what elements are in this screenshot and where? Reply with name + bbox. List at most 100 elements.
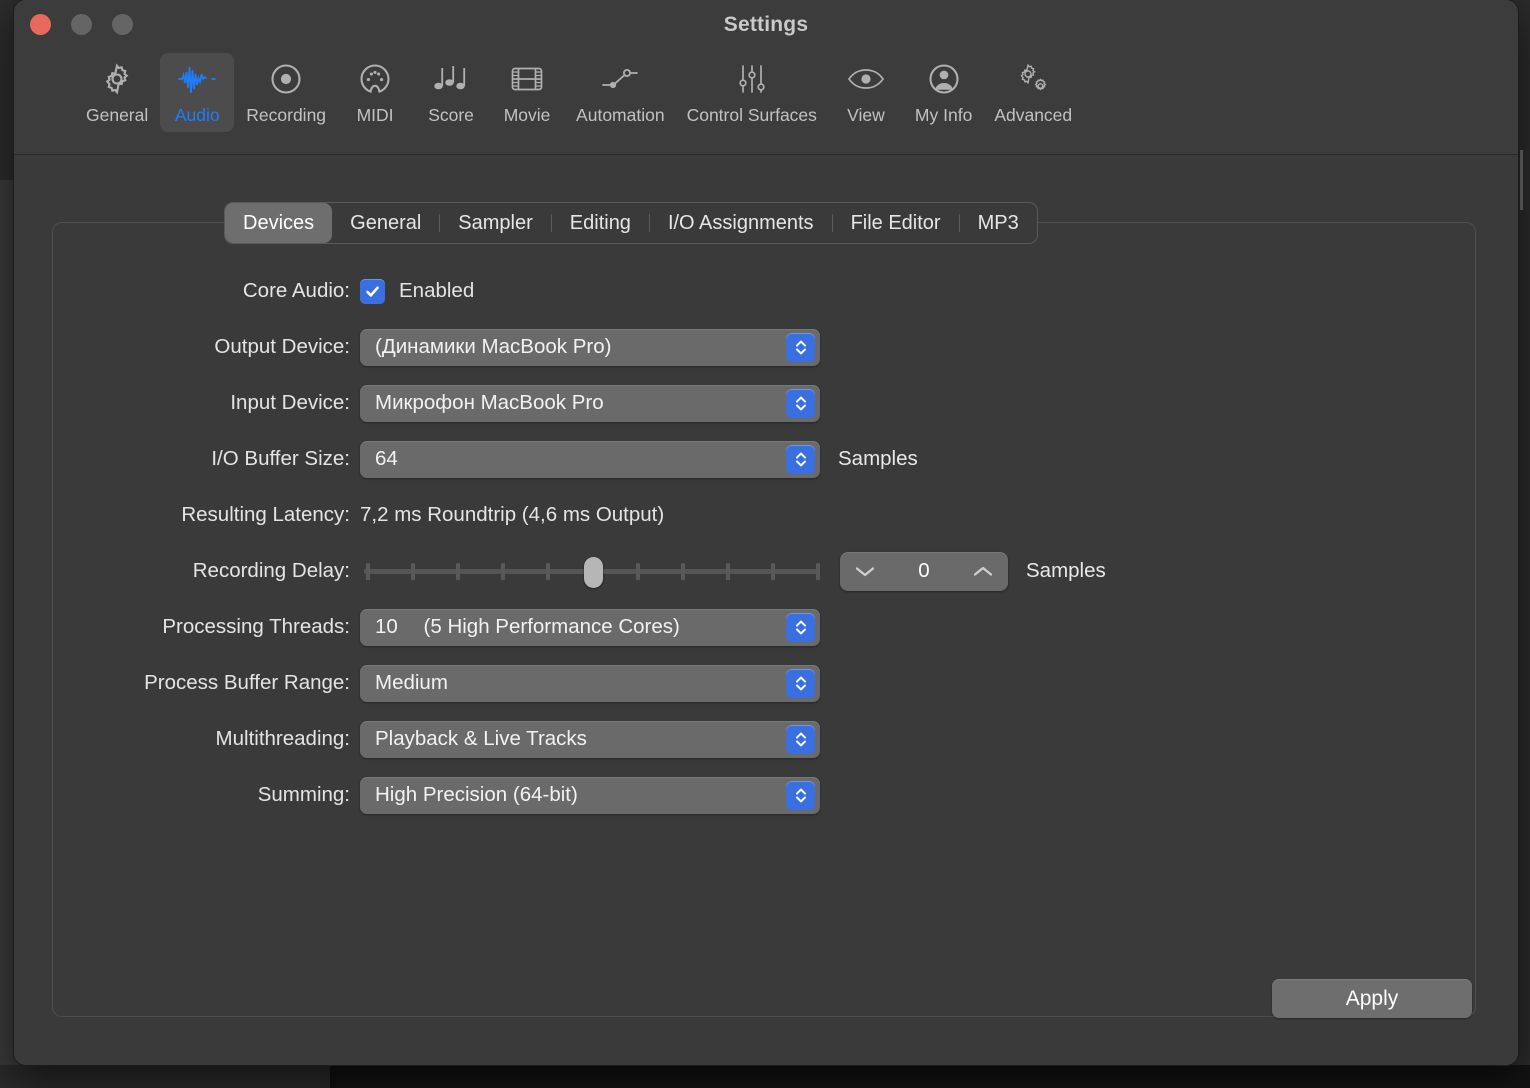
window-title: Settings <box>723 13 809 36</box>
process-buffer-range-label: Process Buffer Range: <box>144 671 350 694</box>
midi-connector-icon <box>357 60 393 98</box>
processing-threads-value: 10 <box>375 615 398 638</box>
slider-tick <box>546 563 550 580</box>
chevron-updown-icon[interactable] <box>786 332 815 362</box>
tab-general[interactable]: General <box>332 203 439 243</box>
row-process-buffer-range: Process Buffer Range: Medium <box>14 655 1518 711</box>
io-buffer-size-units: Samples <box>838 447 918 470</box>
toolbar-item-advanced[interactable]: Advanced <box>984 53 1082 132</box>
toolbar-item-score[interactable]: Score <box>414 53 488 132</box>
toolbar-item-recording[interactable]: Recording <box>236 53 336 132</box>
recording-delay-label: Recording Delay: <box>192 559 350 582</box>
record-circle-icon <box>268 60 304 98</box>
toolbar-item-label: General <box>86 105 149 125</box>
io-buffer-size-label: I/O Buffer Size: <box>211 447 350 470</box>
resulting-latency-value: 7,2 ms Roundtrip (4,6 ms Output) <box>360 503 665 526</box>
row-recording-delay: Recording Delay: 0 Samples <box>14 543 1518 599</box>
toolbar-item-control-surfaces[interactable]: Control Surfaces <box>677 53 827 132</box>
sliders-icon <box>735 60 769 98</box>
resulting-latency-label: Resulting Latency: <box>181 503 350 526</box>
automation-nodes-icon <box>600 60 640 98</box>
row-multithreading: Multithreading: Playback & Live Tracks <box>14 711 1518 767</box>
music-notes-icon <box>432 60 470 98</box>
tab-editing[interactable]: Editing <box>552 203 649 243</box>
recording-delay-value: 0 <box>918 559 930 582</box>
tab-sampler[interactable]: Sampler <box>440 203 550 243</box>
input-device-label: Input Device: <box>230 391 350 414</box>
toolbar-item-label: Automation <box>576 105 665 125</box>
output-device-label: Output Device: <box>214 335 350 358</box>
chevron-updown-icon[interactable] <box>786 780 815 810</box>
row-output-device: Output Device: (Динамики MacBook Pro) <box>14 319 1518 375</box>
double-gear-icon <box>1013 60 1053 98</box>
background-window-scrollbar <box>1520 150 1523 210</box>
summing-select[interactable]: High Precision (64-bit) <box>360 776 820 814</box>
toolbar-item-label: Score <box>428 105 474 125</box>
tab-io-assignments[interactable]: I/O Assignments <box>650 203 832 243</box>
toolbar-item-view[interactable]: View <box>829 53 903 132</box>
chevron-updown-icon[interactable] <box>786 612 815 642</box>
toolbar-item-label: My Info <box>914 105 973 125</box>
toolbar-item-label: Audio <box>174 105 220 125</box>
desktop-background: Settings General Audio Recording MIDI Sc… <box>0 0 1530 1088</box>
waveform-icon <box>177 60 217 98</box>
recording-delay-stepper[interactable]: 0 <box>840 551 1008 591</box>
recording-delay-units: Samples <box>1026 559 1106 582</box>
core-audio-checkbox[interactable] <box>360 278 385 304</box>
toolbar-item-general[interactable]: General <box>76 53 158 132</box>
toolbar-item-movie[interactable]: Movie <box>490 53 564 132</box>
toolbar-item-label: Movie <box>503 105 551 125</box>
chevron-updown-icon[interactable] <box>786 724 815 754</box>
processing-threads-select[interactable]: 10 (5 High Performance Cores) <box>360 608 820 646</box>
settings-toolbar: General Audio Recording MIDI Score Movie… <box>14 53 1518 151</box>
person-circle-icon <box>926 60 962 98</box>
toolbar-item-my-info[interactable]: My Info <box>905 53 982 132</box>
chevron-up-icon[interactable] <box>972 565 994 578</box>
input-device-value: Микрофон MacBook Pro <box>375 391 604 414</box>
tab-mp3[interactable]: MP3 <box>960 203 1037 243</box>
io-buffer-size-select[interactable]: 64 <box>360 440 820 478</box>
tab-file-editor[interactable]: File Editor <box>833 203 959 243</box>
settings-window: Settings General Audio Recording MIDI Sc… <box>14 0 1518 1065</box>
process-buffer-range-select[interactable]: Medium <box>360 664 820 702</box>
slider-tick <box>501 563 505 580</box>
slider-tick <box>456 563 460 580</box>
toolbar-item-label: View <box>847 105 885 125</box>
apply-button[interactable]: Apply <box>1272 979 1472 1018</box>
row-core-audio: Core Audio: Enabled <box>14 263 1518 319</box>
titlebar: Settings General Audio Recording MIDI Sc… <box>14 0 1518 155</box>
slider-thumb[interactable] <box>584 557 603 588</box>
chevron-down-icon[interactable] <box>854 565 876 578</box>
toolbar-item-label: Control Surfaces <box>686 105 817 125</box>
row-io-buffer-size: I/O Buffer Size: 64 Samples <box>14 431 1518 487</box>
core-audio-enabled-label: Enabled <box>399 279 475 302</box>
multithreading-label: Multithreading: <box>215 727 350 750</box>
devices-form: Core Audio: Enabled Output Device: (Дина… <box>14 263 1518 823</box>
summing-value: High Precision (64-bit) <box>375 783 578 806</box>
toolbar-item-midi[interactable]: MIDI <box>338 53 412 132</box>
slider-tick <box>816 563 820 580</box>
slider-tick <box>366 563 370 580</box>
output-device-select[interactable]: (Динамики MacBook Pro) <box>360 328 820 366</box>
multithreading-select[interactable]: Playback & Live Tracks <box>360 720 820 758</box>
chevron-updown-icon[interactable] <box>786 668 815 698</box>
slider-tick <box>681 563 685 580</box>
background-tracks-panel <box>336 1065 1530 1088</box>
summing-label: Summing: <box>257 783 350 806</box>
core-audio-label: Core Audio: <box>242 279 350 302</box>
tab-devices[interactable]: Devices <box>225 203 333 243</box>
recording-delay-slider[interactable] <box>360 551 822 591</box>
slider-tick <box>771 563 775 580</box>
chevron-updown-icon[interactable] <box>786 444 815 474</box>
toolbar-item-audio[interactable]: Audio <box>160 53 235 132</box>
eye-icon <box>847 60 885 98</box>
toolbar-item-automation[interactable]: Automation <box>566 53 675 132</box>
toolbar-item-label: Recording <box>246 105 327 125</box>
audio-settings-tabs: Devices General Sampler Editing I/O Assi… <box>224 202 1038 244</box>
output-device-value: (Динамики MacBook Pro) <box>375 335 612 358</box>
input-device-select[interactable]: Микрофон MacBook Pro <box>360 384 820 422</box>
chevron-updown-icon[interactable] <box>786 388 815 418</box>
processing-threads-detail: (5 High Performance Cores) <box>423 615 680 638</box>
io-buffer-size-value: 64 <box>375 447 398 470</box>
checkmark-icon <box>366 286 379 297</box>
